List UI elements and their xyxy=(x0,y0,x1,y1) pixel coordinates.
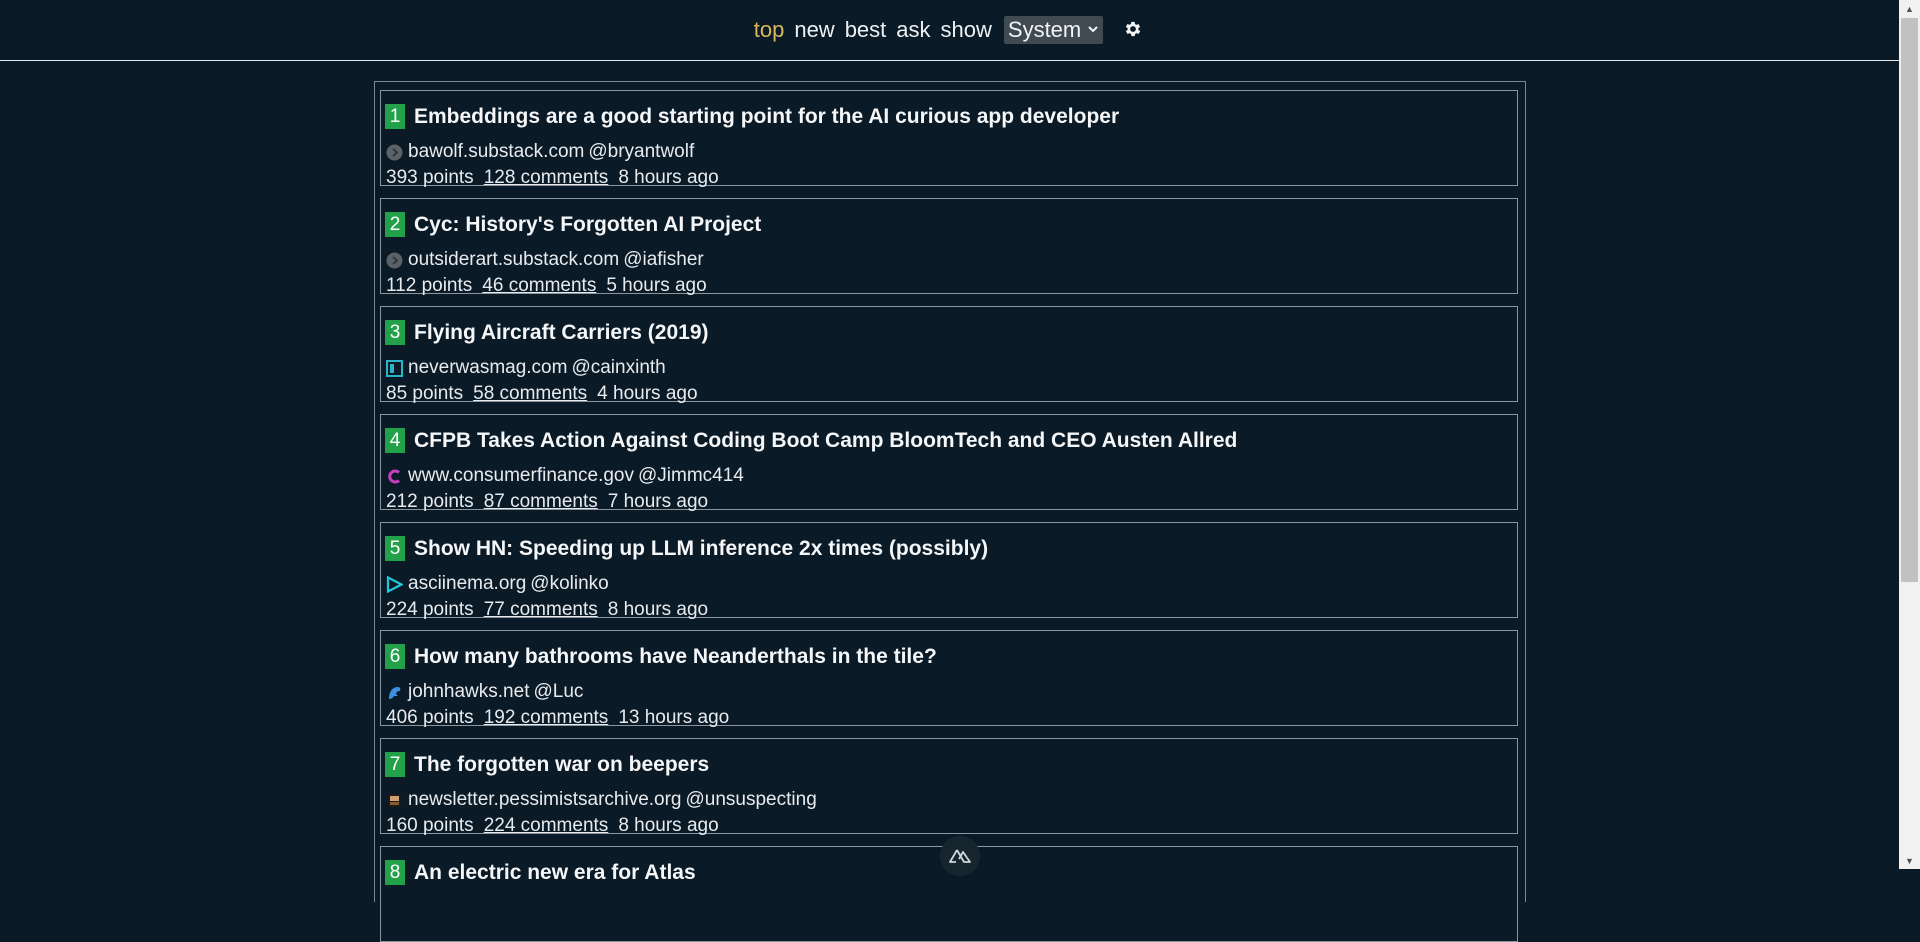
story-points: 406 points xyxy=(386,707,474,728)
story-points: 393 points xyxy=(386,167,474,188)
story-list: 1 Embeddings are a good starting point f… xyxy=(374,81,1526,942)
theme-select-value: System xyxy=(1007,17,1082,42)
comments-link[interactable]: 128 comments xyxy=(484,167,609,189)
story-title[interactable]: How many bathrooms have Neanderthals in … xyxy=(414,645,937,669)
rank-badge: 1 xyxy=(385,104,405,129)
story-title[interactable]: Flying Aircraft Carriers (2019) xyxy=(414,321,709,345)
story-age: 8 hours ago xyxy=(618,167,719,188)
story-age: 13 hours ago xyxy=(618,707,730,728)
story-author[interactable]: @Jimmc414 xyxy=(638,465,744,487)
comments-link[interactable]: 224 comments xyxy=(484,815,609,837)
story-item: 6 How many bathrooms have Neanderthals i… xyxy=(380,630,1518,729)
story-author[interactable]: @unsuspecting xyxy=(686,789,817,811)
story-title[interactable]: Embeddings are a good starting point for… xyxy=(414,105,1119,129)
comments-link[interactable]: 46 comments xyxy=(482,275,596,297)
scrollbar-thumb[interactable] xyxy=(1901,18,1918,582)
story-points: 224 points xyxy=(386,599,474,620)
pessimists-icon xyxy=(386,792,403,809)
story-item: 3 Flying Aircraft Carriers (2019) neverw… xyxy=(380,306,1518,405)
nuxt-logo-icon[interactable] xyxy=(940,836,980,876)
story-author[interactable]: @cainxinth xyxy=(571,357,665,379)
story-item: 5 Show HN: Speeding up LLM inference 2x … xyxy=(380,522,1518,621)
story-age: 8 hours ago xyxy=(607,599,709,620)
story-points: 212 points xyxy=(386,491,474,512)
substack-default-icon xyxy=(386,252,403,269)
story-points: 160 points xyxy=(386,815,474,836)
story-item: 4 CFPB Takes Action Against Coding Boot … xyxy=(380,414,1518,513)
cfpb-icon xyxy=(386,468,403,485)
comments-link[interactable]: 192 comments xyxy=(484,707,609,729)
story-title[interactable]: The forgotten war on beepers xyxy=(414,753,709,777)
rank-badge: 4 xyxy=(385,428,405,453)
asciinema-play-icon xyxy=(386,575,403,593)
nav-link-top[interactable]: top xyxy=(754,17,785,43)
nav-link-show[interactable]: show xyxy=(941,17,992,43)
rank-badge: 5 xyxy=(385,536,405,561)
theme-select[interactable]: System xyxy=(1003,16,1104,44)
story-domain[interactable]: www.consumerfinance.gov xyxy=(408,465,634,487)
top-navigation: top new best ask show System xyxy=(0,0,1899,61)
scroll-up-arrow-icon[interactable]: ▲ xyxy=(1899,0,1920,17)
story-title[interactable]: CFPB Takes Action Against Coding Boot Ca… xyxy=(414,429,1237,453)
scroll-down-arrow-icon[interactable]: ▼ xyxy=(1899,852,1920,869)
story-title[interactable]: Cyc: History's Forgotten AI Project xyxy=(414,213,761,237)
comments-link[interactable]: 58 comments xyxy=(473,383,587,405)
nav-link-new[interactable]: new xyxy=(794,17,834,43)
story-title[interactable]: Show HN: Speeding up LLM inference 2x ti… xyxy=(414,537,988,561)
comments-link[interactable]: 87 comments xyxy=(484,491,598,513)
nav-link-best[interactable]: best xyxy=(845,17,887,43)
story-age: 4 hours ago xyxy=(597,383,698,404)
story-points: 112 points xyxy=(386,275,473,296)
story-domain[interactable]: johnhawks.net xyxy=(408,681,529,703)
rank-badge: 6 xyxy=(385,644,405,669)
neverwas-icon xyxy=(386,359,403,377)
story-age: 8 hours ago xyxy=(618,815,719,836)
story-domain[interactable]: neverwasmag.com xyxy=(408,357,567,379)
story-domain[interactable]: asciinema.org xyxy=(408,573,526,595)
vertical-scrollbar[interactable]: ▲ ▼ xyxy=(1899,0,1920,869)
story-title[interactable]: An electric new era for Atlas xyxy=(414,861,696,885)
story-points: 85 points xyxy=(386,383,464,404)
story-item: 1 Embeddings are a good starting point f… xyxy=(380,90,1518,189)
story-age: 5 hours ago xyxy=(606,275,707,296)
story-item: 7 The forgotten war on beepers newslette… xyxy=(380,738,1518,837)
rank-badge: 8 xyxy=(385,860,405,885)
chevron-down-icon xyxy=(1087,22,1099,38)
story-age: 7 hours ago xyxy=(607,491,709,512)
story-item: 2 Cyc: History's Forgotten AI Project ou… xyxy=(380,198,1518,297)
story-domain[interactable]: outsiderart.substack.com xyxy=(408,249,619,271)
rank-badge: 7 xyxy=(385,752,405,777)
rank-badge: 2 xyxy=(385,212,405,237)
substack-default-icon xyxy=(386,144,403,161)
rank-badge: 3 xyxy=(385,320,405,345)
story-author[interactable]: @bryantwolf xyxy=(588,141,694,163)
story-author[interactable]: @iafisher xyxy=(623,249,704,271)
story-author[interactable]: @Luc xyxy=(533,681,583,703)
story-domain[interactable]: newsletter.pessimistsarchive.org xyxy=(408,789,682,811)
story-domain[interactable]: bawolf.substack.com xyxy=(408,141,584,163)
comments-link[interactable]: 77 comments xyxy=(484,599,598,621)
nav-link-ask[interactable]: ask xyxy=(896,17,930,43)
gear-icon[interactable] xyxy=(1123,19,1145,41)
johnhawks-icon xyxy=(386,684,403,701)
story-author[interactable]: @kolinko xyxy=(530,573,608,595)
